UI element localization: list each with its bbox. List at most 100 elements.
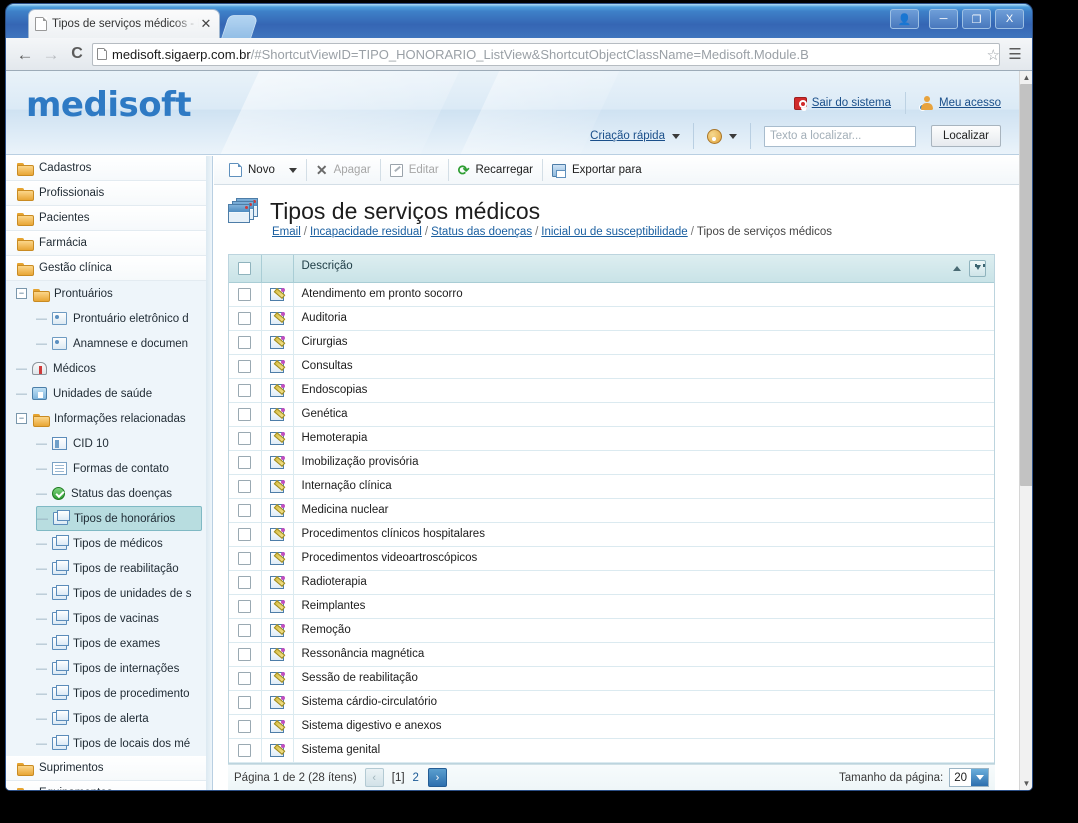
logout-link[interactable]: Sair do sistema bbox=[793, 96, 891, 110]
row-select-cell[interactable] bbox=[229, 738, 262, 763]
user-profile-icon[interactable]: 👤 bbox=[890, 9, 919, 29]
edit-pencil-icon[interactable] bbox=[270, 551, 285, 565]
forward-icon[interactable]: → bbox=[38, 46, 64, 63]
table-row[interactable]: Cirurgias bbox=[229, 330, 994, 355]
breadcrumb-item-3[interactable]: Inicial ou de susceptibilidade bbox=[541, 226, 687, 238]
scroll-up-icon[interactable]: ▲ bbox=[1020, 71, 1032, 84]
sidebar-group-4[interactable]: Gestão clínica bbox=[6, 256, 212, 281]
export-button[interactable]: Exportar para bbox=[543, 158, 651, 183]
row-checkbox[interactable] bbox=[238, 383, 252, 397]
row-edit-cell[interactable] bbox=[261, 498, 294, 523]
edit-pencil-icon[interactable] bbox=[270, 623, 285, 637]
bookmark-star-icon[interactable]: ☆ bbox=[987, 46, 1000, 64]
close-window-button[interactable]: X bbox=[995, 9, 1024, 29]
browser-menu-icon[interactable]: ☰ bbox=[1004, 45, 1026, 63]
pager-prev-button[interactable]: ‹ bbox=[364, 768, 384, 787]
table-row[interactable]: Sistema cárdio-circulatório bbox=[229, 690, 994, 715]
reload-icon[interactable]: C bbox=[64, 46, 90, 62]
sidebar-scrollbar[interactable] bbox=[206, 156, 212, 790]
row-checkbox[interactable] bbox=[238, 359, 252, 373]
row-edit-cell[interactable] bbox=[261, 738, 294, 763]
close-icon[interactable]: ✕ bbox=[199, 16, 213, 32]
new-button[interactable]: Novo bbox=[220, 158, 306, 183]
sidebar-item-16[interactable]: — Tipos de reabilitação bbox=[36, 556, 212, 581]
table-row[interactable]: Genética bbox=[229, 402, 994, 427]
quick-create-menu[interactable]: Criação rápida bbox=[577, 121, 693, 151]
edit-pencil-icon[interactable] bbox=[270, 335, 285, 349]
edit-pencil-icon[interactable] bbox=[270, 527, 285, 541]
edit-pencil-icon[interactable] bbox=[270, 407, 285, 421]
row-select-cell[interactable] bbox=[229, 618, 262, 643]
row-edit-cell[interactable] bbox=[261, 306, 294, 331]
sidebar-item-5[interactable]: − Prontuários bbox=[16, 281, 212, 306]
tree-collapse-icon[interactable]: − bbox=[16, 288, 27, 299]
row-checkbox[interactable] bbox=[238, 527, 252, 541]
edit-button[interactable]: Editar bbox=[381, 158, 448, 183]
row-checkbox[interactable] bbox=[238, 623, 252, 637]
row-edit-cell[interactable] bbox=[261, 474, 294, 499]
page-scrollbar[interactable]: ▲ ▼ bbox=[1019, 71, 1032, 790]
row-checkbox[interactable] bbox=[238, 575, 252, 589]
table-row[interactable]: Consultas bbox=[229, 354, 994, 379]
scroll-down-icon[interactable]: ▼ bbox=[1020, 777, 1032, 790]
chevron-down-icon[interactable] bbox=[288, 167, 297, 173]
row-checkbox[interactable] bbox=[238, 647, 252, 661]
sort-ascending-icon[interactable] bbox=[953, 265, 961, 271]
row-select-cell[interactable] bbox=[229, 522, 262, 547]
table-row[interactable]: Hemoterapia bbox=[229, 426, 994, 451]
row-edit-cell[interactable] bbox=[261, 690, 294, 715]
table-row[interactable]: Sistema digestivo e anexos bbox=[229, 714, 994, 739]
row-checkbox[interactable] bbox=[238, 287, 252, 301]
sidebar-group-24[interactable]: Suprimentos bbox=[6, 756, 212, 781]
row-select-cell[interactable] bbox=[229, 426, 262, 451]
theme-menu[interactable] bbox=[694, 121, 750, 151]
description-column-header[interactable]: Descrição bbox=[293, 255, 994, 283]
select-all-checkbox[interactable] bbox=[238, 261, 252, 275]
sidebar-item-7[interactable]: — Anamnese e documen bbox=[36, 331, 212, 356]
edit-pencil-icon[interactable] bbox=[270, 431, 285, 445]
table-row[interactable]: Endoscopias bbox=[229, 378, 994, 403]
edit-pencil-icon[interactable] bbox=[270, 743, 285, 757]
edit-pencil-icon[interactable] bbox=[270, 599, 285, 613]
sidebar-item-9[interactable]: — Unidades de saúde bbox=[16, 381, 212, 406]
row-checkbox[interactable] bbox=[238, 479, 252, 493]
edit-pencil-icon[interactable] bbox=[270, 383, 285, 397]
edit-pencil-icon[interactable] bbox=[270, 575, 285, 589]
select-all-header[interactable] bbox=[229, 255, 262, 283]
row-checkbox[interactable] bbox=[238, 335, 252, 349]
edit-pencil-icon[interactable] bbox=[270, 503, 285, 517]
pager-page-1[interactable]: [1] bbox=[392, 772, 405, 784]
row-checkbox[interactable] bbox=[238, 719, 252, 733]
row-select-cell[interactable] bbox=[229, 330, 262, 355]
new-tab-button[interactable] bbox=[221, 15, 259, 38]
edit-pencil-icon[interactable] bbox=[270, 287, 285, 301]
row-checkbox[interactable] bbox=[238, 455, 252, 469]
sidebar-item-8[interactable]: — Médicos bbox=[16, 356, 212, 381]
row-checkbox[interactable] bbox=[238, 431, 252, 445]
edit-pencil-icon[interactable] bbox=[270, 671, 285, 685]
sidebar-group-2[interactable]: Pacientes bbox=[6, 206, 212, 231]
edit-pencil-icon[interactable] bbox=[270, 479, 285, 493]
chevron-down-icon[interactable] bbox=[971, 769, 988, 786]
delete-button[interactable]: ✕ Apagar bbox=[307, 158, 380, 183]
row-select-cell[interactable] bbox=[229, 378, 262, 403]
row-edit-cell[interactable] bbox=[261, 450, 294, 475]
table-row[interactable]: Reimplantes bbox=[229, 594, 994, 619]
row-edit-cell[interactable] bbox=[261, 354, 294, 379]
table-row[interactable]: Sessão de reabilitação bbox=[229, 666, 994, 691]
row-select-cell[interactable] bbox=[229, 714, 262, 739]
sidebar-item-6[interactable]: — Prontuário eletrônico d bbox=[36, 306, 212, 331]
sidebar-item-14[interactable]: — Tipos de honorários bbox=[36, 506, 202, 531]
row-edit-cell[interactable] bbox=[261, 714, 294, 739]
table-row[interactable]: Medicina nuclear bbox=[229, 498, 994, 523]
row-select-cell[interactable] bbox=[229, 354, 262, 379]
table-row[interactable]: Remoção bbox=[229, 618, 994, 643]
table-row[interactable]: Auditoria bbox=[229, 306, 994, 331]
row-edit-cell[interactable] bbox=[261, 666, 294, 691]
row-checkbox[interactable] bbox=[238, 695, 252, 709]
row-checkbox[interactable] bbox=[238, 311, 252, 325]
row-select-cell[interactable] bbox=[229, 546, 262, 571]
row-select-cell[interactable] bbox=[229, 498, 262, 523]
row-select-cell[interactable] bbox=[229, 306, 262, 331]
maximize-button[interactable]: ❐ bbox=[962, 9, 991, 29]
